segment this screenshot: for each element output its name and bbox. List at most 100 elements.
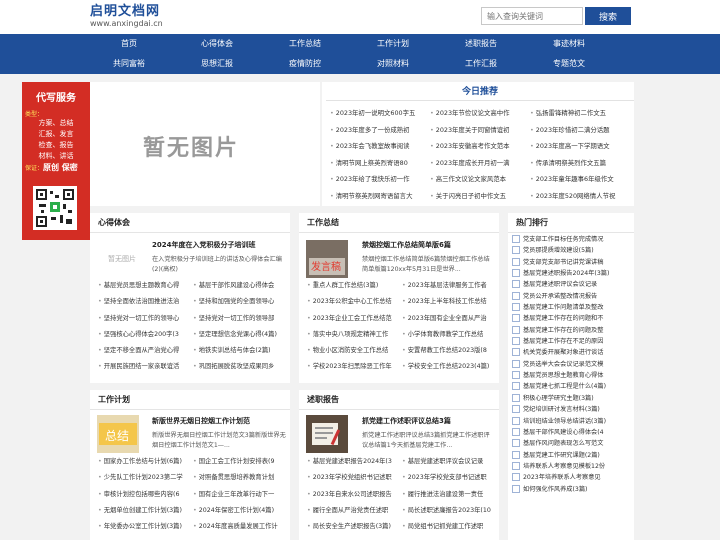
recommend-link[interactable]: 2023年初一说明文600字五 <box>330 105 430 122</box>
list-item[interactable]: 坚持全面依法治国推进法治 <box>98 294 193 310</box>
featured-title[interactable]: 新版世界无烟日控烟工作计划范 <box>152 416 286 426</box>
recommend-link[interactable]: 2023年度关于同窗情谊初 <box>430 122 530 139</box>
list-item[interactable]: 对照备贯思想培养教育计划 <box>193 470 288 486</box>
recommend-link[interactable]: 清明节网上祭英烈寄语80 <box>330 155 430 172</box>
list-item[interactable]: 局党组书记抓党建工作述职 <box>402 519 497 535</box>
list-item[interactable]: 坚持党对一切工作的领导部 <box>193 311 288 327</box>
nav-link[interactable]: 工作计划 <box>349 34 437 54</box>
hot-list-item[interactable]: 培养联系人考察意见模板12份 <box>512 461 634 472</box>
list-item[interactable]: 学校2023年扫黑除恶工作年 <box>307 359 402 375</box>
hot-list-item[interactable]: 基层党建工作研究课题(2篇) <box>512 450 634 461</box>
article-thumbnail[interactable] <box>306 415 348 453</box>
list-item[interactable]: 基层党建述职报告2024年(3 <box>307 454 402 470</box>
article-thumbnail[interactable]: 总结 <box>97 415 139 453</box>
list-item[interactable]: 小学体育教师教学工作总结 <box>402 327 497 343</box>
section-title[interactable]: 工作总结 <box>299 213 499 233</box>
list-item[interactable]: 2023年公积金中心工作总结 <box>307 294 402 310</box>
section-title[interactable]: 热门排行 <box>508 213 634 233</box>
hot-list-item[interactable]: 基层作风问题表现怎么写范文 <box>512 438 634 449</box>
nav-link[interactable]: 共同富裕 <box>85 54 173 74</box>
writing-service-ad[interactable]: 代写服务 类型： 方案、总结 汇报、发言 检查、报告 材料、讲话 保证：原创 保密 <box>22 82 90 240</box>
list-item[interactable]: 落实中央八项规定精神工作 <box>307 327 402 343</box>
list-item[interactable]: 学校安全工作总结2023(4篇) <box>402 359 497 375</box>
hot-list-item[interactable]: 基层党建工作问题清单及整改 <box>512 302 634 313</box>
recommend-link[interactable]: 2023年会飞教室故事阅读 <box>330 138 430 155</box>
featured-title[interactable]: 抓党建工作述职评议总结3篇 <box>362 416 494 426</box>
list-item[interactable]: 重点人群工作总结(3篇) <box>307 278 402 294</box>
list-item[interactable]: 基层党建述职评议会议记录 <box>402 454 497 470</box>
hot-list-item[interactable]: 党支部党支部书记讲党课讲稿 <box>512 257 634 268</box>
hot-list-item[interactable]: 机关党委开展聚对象进行谈话 <box>512 347 634 358</box>
list-item[interactable]: 基层党员思想主题教育心得 <box>98 278 193 294</box>
list-item[interactable]: 巩固拓展脱贫攻坚成果同乡 <box>193 359 288 375</box>
hot-list-item[interactable]: 基层党建工作存在不足的原因 <box>512 336 634 347</box>
recommend-link[interactable]: 高三作文议论文家风范本 <box>430 171 530 188</box>
hot-list-item[interactable]: 基层党建七抓工程是什么(4篇) <box>512 381 634 392</box>
hot-list-item[interactable]: 党员那提质增效建设(5篇) <box>512 245 634 256</box>
recommend-link[interactable]: 关于闪亮日子初中作文五 <box>430 188 530 205</box>
hot-list-item[interactable]: 党纪培训研讨发言材料(3篇) <box>512 404 634 415</box>
hot-list-item[interactable]: 党员选举大会会议记录范文模 <box>512 359 634 370</box>
site-logo[interactable]: 启明文档网 www.anxingdai.cn <box>90 5 163 29</box>
recommend-link[interactable]: 2023年度高一下学期语文 <box>530 138 630 155</box>
search-input[interactable] <box>481 7 583 25</box>
nav-link[interactable]: 心得体会 <box>173 34 261 54</box>
recommend-link[interactable]: 2023年节俭议论文高中作 <box>430 105 530 122</box>
list-item[interactable]: 年党委办公室工作计划(3篇) <box>98 519 193 535</box>
hot-list-item[interactable]: 党支部工作目标任务完成情况 <box>512 234 634 245</box>
featured-title[interactable]: 禁烟控烟工作总结简单版6篇 <box>362 240 494 250</box>
list-item[interactable]: 无烟单位创建工作计划(3篇) <box>98 503 193 519</box>
article-thumbnail[interactable]: 发言稿 <box>306 240 348 278</box>
nav-link[interactable]: 工作汇报 <box>437 54 525 74</box>
recommend-link[interactable]: 2023年童年趣事6年级作文 <box>530 171 630 188</box>
recommend-link[interactable]: 弘扬雷锋精神初二作文五 <box>530 105 630 122</box>
nav-link[interactable]: 专题范文 <box>525 54 613 74</box>
list-item[interactable]: 2023年学校党支部书记述职 <box>402 470 497 486</box>
nav-link[interactable]: 工作总结 <box>261 34 349 54</box>
nav-link[interactable]: 述职报告 <box>437 34 525 54</box>
hot-list-item[interactable]: 党员公开承诺整改情况报告 <box>512 291 634 302</box>
search-button[interactable]: 搜索 <box>585 7 631 25</box>
hot-list-item[interactable]: 基层干部作风建设心得体会(4 <box>512 427 634 438</box>
section-title[interactable]: 心得体会 <box>90 213 290 233</box>
list-item[interactable]: 少先队工作计划2023第二学 <box>98 470 193 486</box>
list-item[interactable]: 开展民族团结一家亲联谊活 <box>98 359 193 375</box>
hot-list-item[interactable]: 基层党建工作存在的问题及整 <box>512 325 634 336</box>
featured-title[interactable]: 2024年度在入党积极分子培训班 <box>152 240 286 250</box>
nav-link[interactable]: 首页 <box>85 34 173 54</box>
list-item[interactable]: 局长安全生产述职报告(3篇) <box>307 519 402 535</box>
list-item[interactable]: 物业小区消防安全工作总结 <box>307 343 402 359</box>
recommend-link[interactable]: 2023年给了我快乐初一作 <box>330 171 430 188</box>
hot-list-item[interactable]: 基层党建述职评议会议记录 <box>512 279 634 290</box>
hot-list-item[interactable]: 积极心理学研究主题(3篇) <box>512 393 634 404</box>
hot-list-item[interactable]: 基层党建工作存在的问题和不 <box>512 313 634 324</box>
list-item[interactable]: 坚强核心心得体会200字(3 <box>98 327 193 343</box>
list-item[interactable]: 2024年保密工作计划(4篇) <box>193 503 288 519</box>
hot-list-item[interactable]: 如何强化作风养成(3篇) <box>512 484 634 495</box>
recommend-link[interactable]: 2023年珍惜初二满分话题 <box>530 122 630 139</box>
list-item[interactable]: 2023年企业工会工作总结范 <box>307 311 402 327</box>
list-item[interactable]: 安置帮教工作总结2023版(8 <box>402 343 497 359</box>
list-item[interactable]: 局长述职述廉报告2023年(10 <box>402 503 497 519</box>
list-item[interactable]: 国家办工作总结与计划(6篇) <box>98 454 193 470</box>
recommend-link[interactable]: 2023年度成长开月初一满 <box>430 155 530 172</box>
nav-link[interactable]: 思想汇报 <box>173 54 261 74</box>
list-item[interactable]: 2023年学校党组织书记述职 <box>307 470 402 486</box>
recommend-link[interactable]: 2023年度多了一份成熟初 <box>330 122 430 139</box>
no-image-thumb[interactable]: 暂无图片 <box>101 240 143 278</box>
recommend-link[interactable]: 传承清明祭英烈作文五篇 <box>530 155 630 172</box>
list-item[interactable]: 坚持和加强党的全面领导心 <box>193 294 288 310</box>
nav-link[interactable]: 疫情防控 <box>261 54 349 74</box>
list-item[interactable]: 坚定理想信念党课心得(4篇) <box>193 327 288 343</box>
list-item[interactable]: 2023年自来水公司述职报告 <box>307 487 402 503</box>
section-title[interactable]: 述职报告 <box>299 390 499 410</box>
list-item[interactable]: 基层干部作风建设心得体会 <box>193 278 288 294</box>
list-item[interactable]: 坚持党对一切工作的领导心 <box>98 311 193 327</box>
list-item[interactable]: 履行全面从严治党责任述职 <box>307 503 402 519</box>
list-item[interactable]: 履行推进法治建设第一责任 <box>402 487 497 503</box>
recommend-link[interactable]: 2023年安徽高考作文范本 <box>430 138 530 155</box>
list-item[interactable]: 国企工会工作计划安排表(9 <box>193 454 288 470</box>
list-item[interactable]: 地铁实训总结与体会(2篇) <box>193 343 288 359</box>
hot-list-item[interactable]: 基层党建述职报告2024年(3篇) <box>512 268 634 279</box>
recommend-link[interactable]: 2023年度520网络情人节祝 <box>530 188 630 205</box>
